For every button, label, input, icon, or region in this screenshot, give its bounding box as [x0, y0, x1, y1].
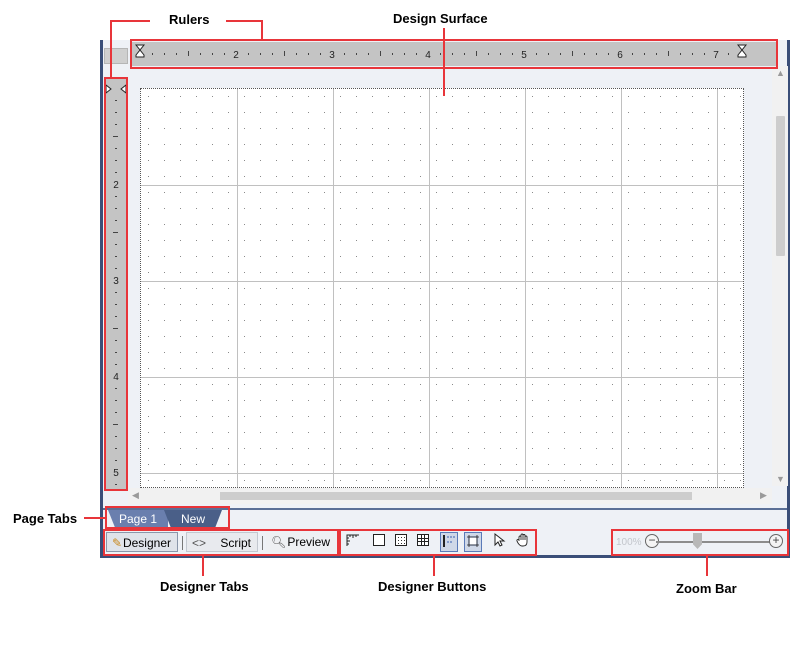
callout-line — [443, 28, 445, 96]
page-tabs-highlight — [105, 506, 230, 529]
callout-page-tabs: Page Tabs — [13, 511, 78, 526]
vertical-scroll-thumb[interactable] — [776, 116, 785, 256]
callout-line — [84, 517, 106, 519]
callout-design-surface: Design Surface — [393, 11, 488, 26]
designer-buttons-highlight — [339, 529, 537, 556]
design-surface[interactable] — [140, 88, 744, 488]
scroll-right-arrow-icon[interactable]: ▶ — [760, 490, 767, 501]
design-grid — [141, 89, 743, 487]
scroll-down-arrow-icon[interactable]: ▼ — [776, 474, 785, 484]
scroll-up-arrow-icon[interactable]: ▲ — [776, 68, 785, 78]
callout-line — [110, 20, 112, 78]
callout-line — [261, 20, 263, 40]
callout-line — [202, 556, 204, 576]
callout-rulers: Rulers — [169, 12, 210, 27]
callout-designer-tabs: Designer Tabs — [160, 579, 249, 594]
ruler-corner — [104, 48, 128, 64]
callout-line — [110, 20, 150, 22]
callout-zoom-bar: Zoom Bar — [676, 581, 737, 596]
callout-line — [706, 556, 708, 576]
rulers-highlight — [130, 39, 778, 69]
horizontal-scroll-thumb[interactable] — [220, 492, 692, 500]
scroll-left-arrow-icon[interactable]: ◀ — [132, 490, 139, 501]
zoom-bar-highlight — [611, 529, 789, 556]
rulers-highlight — [104, 77, 128, 491]
designer-tabs-highlight — [103, 529, 339, 556]
callout-line — [226, 20, 262, 22]
callout-designer-buttons: Designer Buttons — [378, 579, 487, 594]
callout-line — [433, 556, 435, 576]
